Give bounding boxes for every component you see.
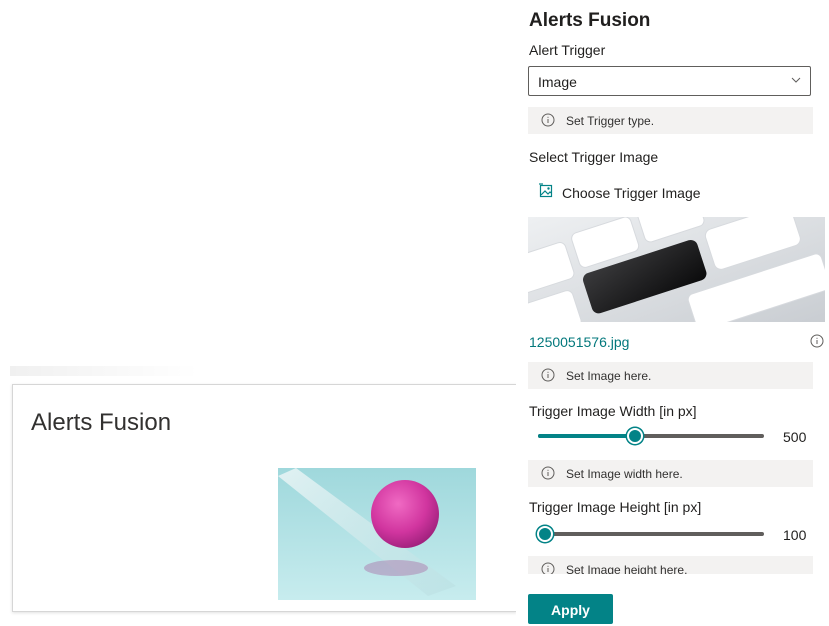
webpart-title: Alerts Fusion — [31, 409, 172, 436]
slider-fill — [538, 434, 636, 438]
webpart-trigger-image — [278, 468, 476, 600]
apply-button[interactable]: Apply — [528, 594, 613, 624]
trigger-width-label: Trigger Image Width [in px] — [529, 403, 697, 419]
choose-trigger-image-label: Choose Trigger Image — [562, 185, 701, 201]
info-icon — [541, 368, 555, 387]
info-icon — [541, 466, 555, 485]
keyboard-image-graphic — [528, 217, 825, 322]
trigger-height-slider[interactable] — [536, 524, 764, 544]
info-icon[interactable] — [810, 334, 824, 353]
alert-trigger-info: Set Trigger type. — [528, 107, 813, 134]
info-text: Set Trigger type. — [566, 114, 655, 128]
choose-trigger-image-button[interactable]: Choose Trigger Image — [538, 182, 701, 204]
scroll-clip — [516, 574, 829, 588]
trigger-image-filename-link[interactable]: 1250051576.jpg — [529, 334, 629, 350]
slider-thumb[interactable] — [627, 428, 644, 444]
pane-title: Alerts Fusion — [529, 10, 651, 31]
slider-track — [538, 532, 764, 536]
trigger-width-info: Set Image width here. — [528, 460, 813, 487]
info-icon — [541, 113, 555, 132]
alert-trigger-dropdown[interactable]: Image — [528, 66, 811, 96]
image-file-icon — [538, 182, 554, 204]
trigger-image-info: Set Image here. — [528, 362, 813, 389]
canvas-shadow — [10, 366, 200, 376]
trigger-height-value: 100 — [783, 527, 807, 543]
webpart-preview[interactable]: Alerts Fusion — [12, 384, 517, 612]
trigger-image-preview — [528, 217, 825, 322]
ball-image-graphic — [278, 468, 476, 600]
trigger-width-slider[interactable] — [538, 426, 764, 446]
info-text: Set Image width here. — [566, 467, 683, 481]
chevron-down-icon — [790, 73, 802, 91]
slider-thumb[interactable] — [536, 526, 553, 542]
alert-trigger-value: Image — [538, 74, 577, 90]
property-pane: Alerts Fusion Alert Trigger Image Set Tr… — [516, 0, 829, 624]
alert-trigger-label: Alert Trigger — [529, 42, 606, 58]
trigger-height-label: Trigger Image Height [in px] — [529, 499, 702, 515]
info-text: Set Image here. — [566, 369, 652, 383]
select-trigger-image-label: Select Trigger Image — [529, 149, 659, 165]
trigger-width-value: 500 — [783, 429, 807, 445]
